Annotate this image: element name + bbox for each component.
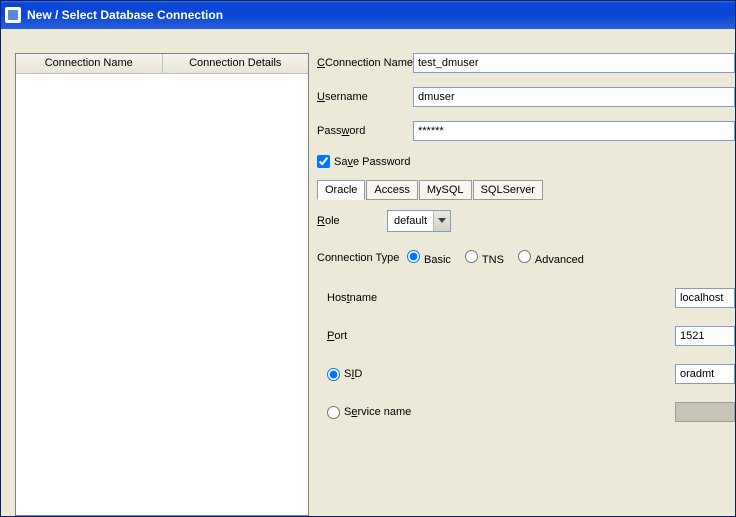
label-username: Username — [317, 91, 413, 103]
row-username: Username — [317, 87, 735, 107]
radio-basic[interactable]: Basic — [407, 250, 451, 266]
row-connection-type: Connection Type Basic TNS Advanced — [317, 250, 735, 266]
table-header-row: Connection Name Connection Details — [16, 54, 308, 74]
row-hostname: Hostname — [327, 288, 735, 308]
radio-service-input[interactable] — [327, 406, 340, 419]
port-field[interactable] — [675, 326, 735, 346]
radio-tns[interactable]: TNS — [465, 250, 504, 266]
label-password: Password — [317, 125, 413, 137]
col-connection-details[interactable]: Connection Details — [163, 54, 309, 73]
sid-field[interactable] — [675, 364, 735, 384]
radio-service[interactable]: Service name — [327, 406, 437, 419]
row-password: Password — [317, 121, 735, 141]
connections-table: Connection Name Connection Details — [15, 53, 309, 516]
tab-access[interactable]: Access — [366, 180, 417, 200]
row-service: Service name — [327, 402, 735, 422]
app-icon — [5, 7, 21, 23]
tab-oracle[interactable]: Oracle — [317, 180, 365, 200]
titlebar: New / Select Database Connection — [1, 1, 735, 29]
radio-tns-input[interactable] — [465, 250, 478, 263]
connection-name-field[interactable] — [413, 53, 735, 73]
label-role: Role — [317, 215, 387, 227]
table-body[interactable] — [16, 74, 308, 515]
row-connection-name: CConnection Name — [317, 53, 735, 73]
form-panel: CConnection Name Username Password Save … — [309, 53, 735, 516]
save-password-checkbox[interactable] — [317, 155, 330, 168]
content-area: Connection Name Connection Details CConn… — [1, 29, 735, 516]
radio-basic-input[interactable] — [407, 250, 420, 263]
tab-sqlserver[interactable]: SQLServer — [473, 180, 543, 200]
role-select[interactable]: default — [387, 210, 451, 232]
radio-advanced-input[interactable] — [518, 250, 531, 263]
row-role: Role default — [317, 210, 735, 232]
label-port: Port — [327, 330, 411, 342]
col-connection-name[interactable]: Connection Name — [16, 54, 163, 73]
row-save-password: Save Password — [317, 155, 735, 168]
label-connection-type: Connection Type — [317, 252, 407, 264]
label-hostname: Hostname — [327, 292, 411, 304]
db-type-tabs: Oracle Access MySQL SQLServer — [317, 180, 735, 200]
role-select-value: default — [388, 215, 433, 227]
password-field[interactable] — [413, 121, 735, 141]
service-name-field — [675, 402, 735, 422]
radio-sid[interactable]: SID — [327, 368, 411, 381]
radio-advanced[interactable]: Advanced — [518, 250, 584, 266]
hostname-field[interactable] — [675, 288, 735, 308]
window-title: New / Select Database Connection — [27, 8, 223, 22]
label-save-password: Save Password — [334, 156, 410, 168]
label-connection-name: CConnection Name — [317, 57, 413, 69]
row-sid: SID — [327, 364, 735, 384]
chevron-down-icon — [433, 211, 450, 231]
row-port: Port — [327, 326, 735, 346]
connection-type-group: Basic TNS Advanced — [407, 250, 584, 266]
basic-connection-form: Hostname Port SID Servic — [317, 288, 735, 422]
radio-sid-input[interactable] — [327, 368, 340, 381]
tab-mysql[interactable]: MySQL — [419, 180, 472, 200]
username-field[interactable] — [413, 87, 735, 107]
